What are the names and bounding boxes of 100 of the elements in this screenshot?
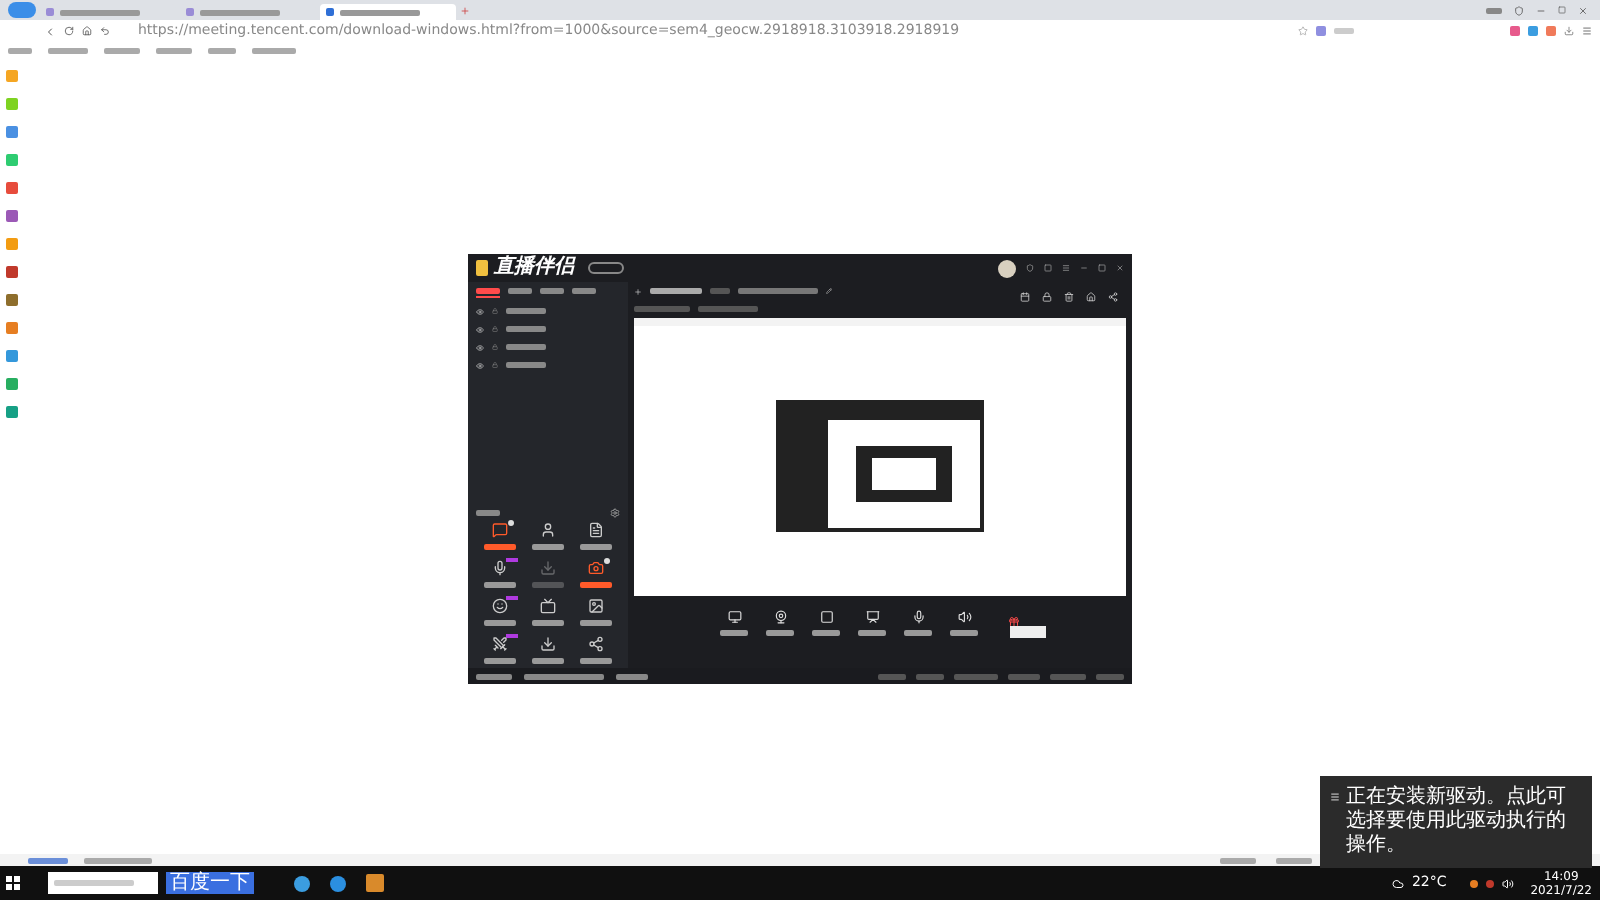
sidebar-app-icon[interactable] bbox=[6, 294, 18, 306]
settings-icon[interactable] bbox=[610, 508, 620, 518]
smiley-icon bbox=[492, 598, 508, 614]
monitor-icon bbox=[727, 609, 741, 623]
notification-text: 正在安装新驱动。点此可选择要使用此驱动执行的操作。 bbox=[1346, 786, 1568, 858]
add-icon[interactable] bbox=[634, 287, 642, 295]
notification-icon bbox=[1330, 792, 1340, 802]
user-icon bbox=[540, 522, 556, 538]
calendar-icon[interactable] bbox=[1020, 292, 1030, 302]
blurred-label bbox=[1276, 857, 1312, 863]
blurred-label bbox=[54, 880, 134, 886]
favicon-icon bbox=[326, 8, 334, 16]
lock-icon bbox=[492, 344, 498, 350]
webcam-icon bbox=[773, 609, 787, 623]
blurred-label bbox=[738, 288, 818, 294]
shield-icon bbox=[1026, 264, 1034, 272]
blurred-label bbox=[200, 9, 280, 15]
maximize-icon[interactable] bbox=[1098, 264, 1106, 272]
scene-tab[interactable] bbox=[572, 285, 596, 297]
lock-icon bbox=[492, 326, 498, 332]
favicon-icon bbox=[46, 8, 54, 16]
blurred-label bbox=[1486, 7, 1502, 13]
refresh-icon[interactable] bbox=[64, 26, 74, 36]
browser-logo[interactable] bbox=[8, 2, 36, 18]
sidebar-app-icon[interactable] bbox=[6, 182, 18, 194]
star-icon[interactable] bbox=[1298, 26, 1308, 36]
eye-icon[interactable] bbox=[476, 361, 484, 369]
undo-icon[interactable] bbox=[100, 26, 110, 36]
sidebar-app-icon[interactable] bbox=[6, 266, 18, 278]
search-button[interactable]: 百度一下 bbox=[166, 872, 254, 894]
blurred-label bbox=[208, 47, 236, 53]
control-button[interactable] bbox=[858, 609, 886, 635]
swords-icon bbox=[492, 636, 508, 652]
blurred-label bbox=[1008, 673, 1040, 679]
blurred-label bbox=[28, 857, 68, 863]
microphone-icon bbox=[911, 609, 925, 623]
blurred-label bbox=[524, 673, 604, 679]
notification-toast[interactable]: 正在安装新驱动。点此可选择要使用此驱动执行的操作。 bbox=[1320, 776, 1592, 868]
blurred-label bbox=[476, 510, 500, 516]
blurred-label bbox=[84, 857, 152, 863]
windows-start-icon[interactable] bbox=[6, 876, 20, 890]
app-logo-icon bbox=[476, 260, 488, 276]
blurred-label bbox=[476, 673, 512, 679]
lock-icon bbox=[492, 362, 498, 368]
edit-icon[interactable] bbox=[826, 288, 832, 294]
lock-icon bbox=[492, 308, 498, 314]
scene-tab[interactable] bbox=[540, 285, 564, 297]
scene-tab[interactable] bbox=[508, 285, 532, 297]
square-icon bbox=[819, 609, 833, 623]
shield-icon bbox=[1514, 5, 1524, 15]
gift-icon[interactable] bbox=[1008, 616, 1020, 628]
favicon-icon bbox=[186, 8, 194, 16]
blurred-label bbox=[8, 47, 32, 53]
download-icon[interactable] bbox=[1564, 26, 1574, 36]
taskbar-app-icon[interactable] bbox=[330, 875, 346, 891]
menu-icon[interactable] bbox=[1062, 264, 1070, 272]
home-icon[interactable] bbox=[82, 26, 92, 36]
control-button[interactable] bbox=[950, 609, 978, 635]
blurred-label bbox=[916, 673, 944, 679]
sidebar-app-icon[interactable] bbox=[6, 210, 18, 222]
taskbar-search-field[interactable] bbox=[48, 872, 158, 894]
eye-icon[interactable] bbox=[476, 343, 484, 351]
trash-icon[interactable] bbox=[1064, 292, 1074, 302]
app-name: 直播伴侣 bbox=[494, 256, 574, 280]
document-icon bbox=[588, 522, 604, 538]
back-icon[interactable] bbox=[44, 25, 56, 37]
camera-icon bbox=[588, 560, 604, 576]
blurred-label bbox=[104, 47, 140, 53]
volume-icon[interactable] bbox=[1502, 877, 1515, 889]
eye-icon[interactable] bbox=[476, 325, 484, 333]
browser-tab[interactable] bbox=[320, 4, 456, 20]
microphone-icon bbox=[492, 560, 508, 576]
eye-icon[interactable] bbox=[476, 307, 484, 315]
blurred-label bbox=[60, 9, 140, 15]
lock-icon[interactable] bbox=[1042, 292, 1052, 302]
image-icon bbox=[588, 598, 604, 614]
control-button[interactable] bbox=[766, 609, 794, 635]
screen-icon[interactable] bbox=[1044, 264, 1052, 272]
version-badge[interactable] bbox=[588, 262, 624, 274]
blurred-label bbox=[698, 306, 758, 312]
download-icon bbox=[540, 560, 556, 576]
tooltip bbox=[1010, 626, 1046, 638]
avatar-icon[interactable] bbox=[998, 259, 1016, 277]
blurred-label bbox=[710, 288, 730, 294]
blurred-label bbox=[1050, 673, 1086, 679]
blurred-label bbox=[954, 673, 998, 679]
control-button[interactable] bbox=[904, 609, 932, 635]
blurred-label bbox=[1220, 857, 1256, 863]
new-tab-icon[interactable] bbox=[460, 5, 470, 15]
share-icon bbox=[588, 636, 604, 652]
control-button[interactable] bbox=[812, 609, 840, 635]
blurred-label bbox=[252, 47, 296, 53]
taskbar-app-icon[interactable] bbox=[294, 875, 310, 891]
blurred-label bbox=[878, 673, 906, 679]
whiteboard-icon bbox=[865, 609, 879, 623]
scene-tab[interactable] bbox=[476, 285, 500, 297]
share-icon[interactable] bbox=[1108, 292, 1118, 302]
blurred-label bbox=[156, 47, 192, 53]
control-button[interactable] bbox=[720, 609, 748, 635]
blurred-label bbox=[48, 47, 88, 53]
